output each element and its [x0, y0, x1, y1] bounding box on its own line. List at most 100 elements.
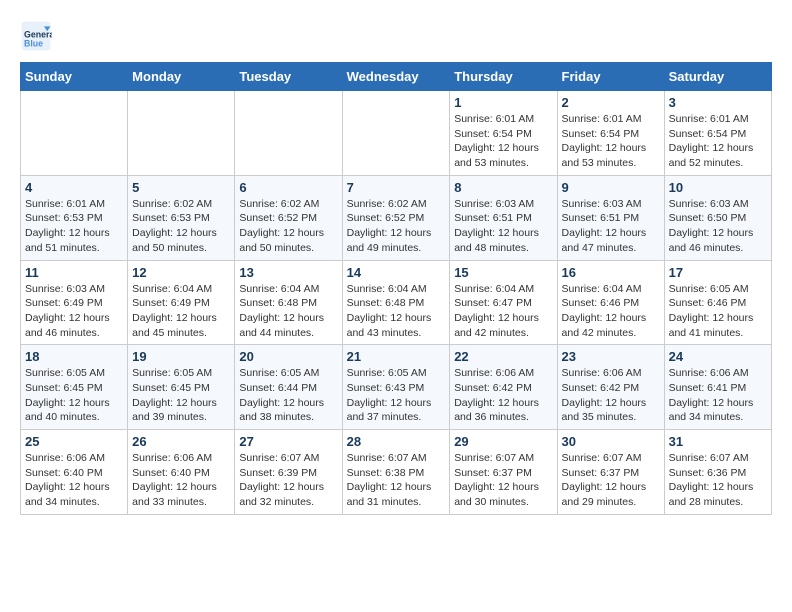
day-info: Sunrise: 6:03 AMSunset: 6:51 PMDaylight:…: [454, 197, 552, 256]
calendar-cell: 8 Sunrise: 6:03 AMSunset: 6:51 PMDaylight…: [450, 175, 557, 260]
weekday-header-thursday: Thursday: [450, 63, 557, 91]
calendar-cell: [128, 91, 235, 176]
day-number: 12: [132, 265, 230, 280]
day-info: Sunrise: 6:07 AMSunset: 6:36 PMDaylight:…: [669, 451, 767, 510]
day-info: Sunrise: 6:06 AMSunset: 6:42 PMDaylight:…: [562, 366, 660, 425]
day-number: 22: [454, 349, 552, 364]
day-info: Sunrise: 6:04 AMSunset: 6:49 PMDaylight:…: [132, 282, 230, 341]
day-number: 27: [239, 434, 337, 449]
day-number: 28: [347, 434, 446, 449]
calendar-cell: 4Sunrise: 6:01 AMSunset: 6:53 PMDaylight…: [21, 175, 128, 260]
day-info: Sunrise: 6:03 AMSunset: 6:50 PMDaylight:…: [669, 197, 767, 256]
calendar-cell: 28 Sunrise: 6:07 AMSunset: 6:38 PMDayligh…: [342, 430, 450, 515]
day-number: 17: [669, 265, 767, 280]
day-number: 31: [669, 434, 767, 449]
day-info: Sunrise: 6:07 AMSunset: 6:38 PMDaylight:…: [347, 451, 446, 510]
day-info: Sunrise: 6:02 AMSunset: 6:53 PMDaylight:…: [132, 197, 230, 256]
day-info: Sunrise: 6:07 AMSunset: 6:37 PMDaylight:…: [562, 451, 660, 510]
weekday-header-monday: Monday: [128, 63, 235, 91]
calendar-cell: 24 Sunrise: 6:06 AMSunset: 6:41 PMDayligh…: [664, 345, 771, 430]
day-number: 7: [347, 180, 446, 195]
day-number: 21: [347, 349, 446, 364]
week-row-1: 1 Sunrise: 6:01 AMSunset: 6:54 PMDaylight…: [21, 91, 772, 176]
calendar-cell: 31 Sunrise: 6:07 AMSunset: 6:36 PMDayligh…: [664, 430, 771, 515]
calendar-cell: 29 Sunrise: 6:07 AMSunset: 6:37 PMDayligh…: [450, 430, 557, 515]
calendar-cell: 2 Sunrise: 6:01 AMSunset: 6:54 PMDaylight…: [557, 91, 664, 176]
calendar-cell: [342, 91, 450, 176]
day-info: Sunrise: 6:03 AMSunset: 6:49 PMDaylight:…: [25, 282, 123, 341]
calendar-cell: 5 Sunrise: 6:02 AMSunset: 6:53 PMDaylight…: [128, 175, 235, 260]
calendar-cell: 10 Sunrise: 6:03 AMSunset: 6:50 PMDayligh…: [664, 175, 771, 260]
day-number: 8: [454, 180, 552, 195]
week-row-4: 18 Sunrise: 6:05 AMSunset: 6:45 PMDayligh…: [21, 345, 772, 430]
header: General Blue: [20, 20, 772, 52]
weekday-header-sunday: Sunday: [21, 63, 128, 91]
svg-text:Blue: Blue: [24, 38, 43, 48]
day-info: Sunrise: 6:06 AMSunset: 6:42 PMDaylight:…: [454, 366, 552, 425]
calendar-cell: 22 Sunrise: 6:06 AMSunset: 6:42 PMDayligh…: [450, 345, 557, 430]
day-info: Sunrise: 6:05 AMSunset: 6:45 PMDaylight:…: [25, 366, 123, 425]
calendar-cell: 1 Sunrise: 6:01 AMSunset: 6:54 PMDaylight…: [450, 91, 557, 176]
day-number: 9: [562, 180, 660, 195]
day-info: Sunrise: 6:05 AMSunset: 6:45 PMDaylight:…: [132, 366, 230, 425]
day-info: Sunrise: 6:04 AMSunset: 6:48 PMDaylight:…: [347, 282, 446, 341]
day-number: 23: [562, 349, 660, 364]
day-number: 14: [347, 265, 446, 280]
day-number: 30: [562, 434, 660, 449]
day-number: 10: [669, 180, 767, 195]
calendar-cell: 16Sunrise: 6:04 AMSunset: 6:46 PMDayligh…: [557, 260, 664, 345]
day-info: Sunrise: 6:05 AMSunset: 6:43 PMDaylight:…: [347, 366, 446, 425]
day-info: Sunrise: 6:06 AMSunset: 6:40 PMDaylight:…: [132, 451, 230, 510]
day-info: Sunrise: 6:02 AMSunset: 6:52 PMDaylight:…: [347, 197, 446, 256]
calendar-cell: 13Sunrise: 6:04 AMSunset: 6:48 PMDayligh…: [235, 260, 342, 345]
calendar-cell: 9 Sunrise: 6:03 AMSunset: 6:51 PMDaylight…: [557, 175, 664, 260]
calendar-cell: 30 Sunrise: 6:07 AMSunset: 6:37 PMDayligh…: [557, 430, 664, 515]
day-number: 5: [132, 180, 230, 195]
day-number: 6: [239, 180, 337, 195]
day-info: Sunrise: 6:06 AMSunset: 6:40 PMDaylight:…: [25, 451, 123, 510]
day-number: 24: [669, 349, 767, 364]
calendar-cell: 7 Sunrise: 6:02 AMSunset: 6:52 PMDaylight…: [342, 175, 450, 260]
calendar-cell: 26 Sunrise: 6:06 AMSunset: 6:40 PMDayligh…: [128, 430, 235, 515]
logo-icon: General Blue: [20, 20, 52, 52]
week-row-2: 4Sunrise: 6:01 AMSunset: 6:53 PMDaylight…: [21, 175, 772, 260]
calendar-cell: 19Sunrise: 6:05 AMSunset: 6:45 PMDayligh…: [128, 345, 235, 430]
day-number: 16: [562, 265, 660, 280]
calendar-cell: 17 Sunrise: 6:05 AMSunset: 6:46 PMDayligh…: [664, 260, 771, 345]
calendar-cell: [235, 91, 342, 176]
day-number: 1: [454, 95, 552, 110]
calendar-cell: 11 Sunrise: 6:03 AMSunset: 6:49 PMDayligh…: [21, 260, 128, 345]
week-row-3: 11 Sunrise: 6:03 AMSunset: 6:49 PMDayligh…: [21, 260, 772, 345]
calendar-cell: [21, 91, 128, 176]
calendar-cell: 18 Sunrise: 6:05 AMSunset: 6:45 PMDayligh…: [21, 345, 128, 430]
calendar-cell: 21 Sunrise: 6:05 AMSunset: 6:43 PMDayligh…: [342, 345, 450, 430]
day-number: 29: [454, 434, 552, 449]
calendar-cell: 20Sunrise: 6:05 AMSunset: 6:44 PMDayligh…: [235, 345, 342, 430]
day-number: 2: [562, 95, 660, 110]
weekday-header-tuesday: Tuesday: [235, 63, 342, 91]
week-row-5: 25Sunrise: 6:06 AMSunset: 6:40 PMDayligh…: [21, 430, 772, 515]
calendar-cell: 14 Sunrise: 6:04 AMSunset: 6:48 PMDayligh…: [342, 260, 450, 345]
day-info: Sunrise: 6:05 AMSunset: 6:46 PMDaylight:…: [669, 282, 767, 341]
day-number: 15: [454, 265, 552, 280]
calendar-cell: 25Sunrise: 6:06 AMSunset: 6:40 PMDayligh…: [21, 430, 128, 515]
day-number: 11: [25, 265, 123, 280]
day-info: Sunrise: 6:04 AMSunset: 6:48 PMDaylight:…: [239, 282, 337, 341]
day-number: 18: [25, 349, 123, 364]
weekday-header-wednesday: Wednesday: [342, 63, 450, 91]
weekday-header-saturday: Saturday: [664, 63, 771, 91]
calendar-cell: 27Sunrise: 6:07 AMSunset: 6:39 PMDayligh…: [235, 430, 342, 515]
logo: General Blue: [20, 20, 58, 52]
day-number: 3: [669, 95, 767, 110]
day-number: 26: [132, 434, 230, 449]
day-info: Sunrise: 6:07 AMSunset: 6:37 PMDaylight:…: [454, 451, 552, 510]
day-info: Sunrise: 6:01 AMSunset: 6:54 PMDaylight:…: [454, 112, 552, 171]
day-info: Sunrise: 6:06 AMSunset: 6:41 PMDaylight:…: [669, 366, 767, 425]
day-info: Sunrise: 6:02 AMSunset: 6:52 PMDaylight:…: [239, 197, 337, 256]
calendar-cell: 6 Sunrise: 6:02 AMSunset: 6:52 PMDaylight…: [235, 175, 342, 260]
day-info: Sunrise: 6:01 AMSunset: 6:54 PMDaylight:…: [562, 112, 660, 171]
day-info: Sunrise: 6:05 AMSunset: 6:44 PMDaylight:…: [239, 366, 337, 425]
calendar: SundayMondayTuesdayWednesdayThursdayFrid…: [20, 62, 772, 515]
day-info: Sunrise: 6:03 AMSunset: 6:51 PMDaylight:…: [562, 197, 660, 256]
weekday-header-row: SundayMondayTuesdayWednesdayThursdayFrid…: [21, 63, 772, 91]
